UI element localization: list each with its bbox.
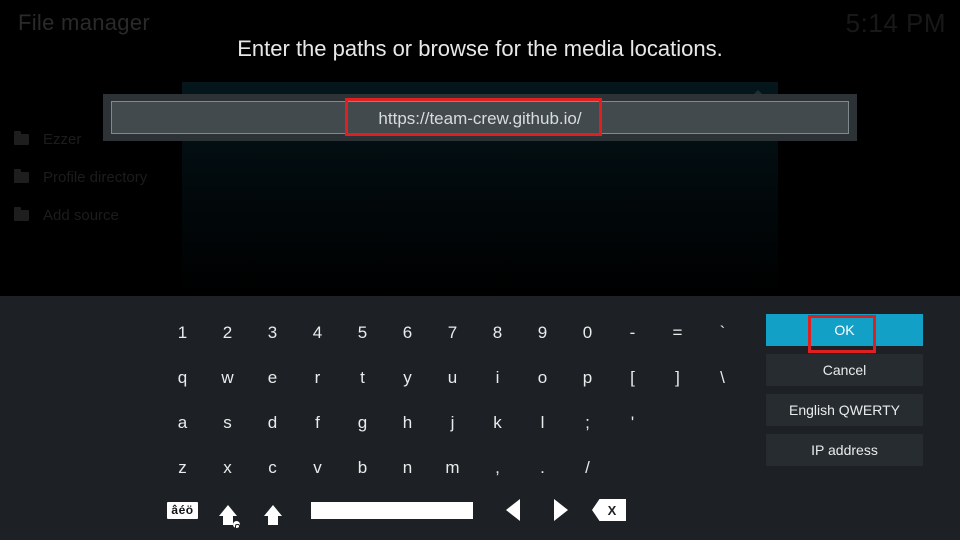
cursor-right-key[interactable]: [537, 490, 585, 530]
key-e[interactable]: e: [250, 355, 295, 400]
key-k[interactable]: k: [475, 400, 520, 445]
shift-key[interactable]: [250, 490, 295, 530]
key-u[interactable]: u: [430, 355, 475, 400]
key-row-top: q w e r t y u i o p [ ] \: [160, 355, 760, 400]
key-period[interactable]: .: [520, 445, 565, 490]
key-3[interactable]: 3: [250, 310, 295, 355]
shift-arrow-icon: [263, 504, 282, 525]
key-b[interactable]: b: [340, 445, 385, 490]
key-w[interactable]: w: [205, 355, 250, 400]
backspace-x-glyph: X: [607, 502, 617, 518]
key-o[interactable]: o: [520, 355, 565, 400]
key-4[interactable]: 4: [295, 310, 340, 355]
keyboard-layout-button[interactable]: English QWERTY: [766, 394, 923, 426]
key-s[interactable]: s: [205, 400, 250, 445]
key-row-numbers: 1 2 3 4 5 6 7 8 9 0 - = `: [160, 310, 760, 355]
key-backslash[interactable]: \: [700, 355, 745, 400]
key-a[interactable]: a: [160, 400, 205, 445]
key-equals[interactable]: =: [655, 310, 700, 355]
key-d[interactable]: d: [250, 400, 295, 445]
page-title: File manager: [18, 10, 150, 35]
backspace-icon: X: [592, 499, 626, 521]
space-bar-icon: [311, 501, 473, 519]
key-semicolon[interactable]: ;: [565, 400, 610, 445]
key-x[interactable]: x: [205, 445, 250, 490]
key-v[interactable]: v: [295, 445, 340, 490]
key-q[interactable]: q: [160, 355, 205, 400]
folder-icon: [14, 130, 29, 145]
ok-button[interactable]: OK: [766, 314, 923, 346]
key-6[interactable]: 6: [385, 310, 430, 355]
text-entry-bar: https://team-crew.github.io/: [103, 94, 857, 141]
arrow-right-icon: [554, 499, 568, 521]
key-t[interactable]: t: [340, 355, 385, 400]
key-j[interactable]: j: [430, 400, 475, 445]
key-2[interactable]: 2: [205, 310, 250, 355]
caps-lock-icon: [218, 504, 242, 530]
key-9[interactable]: 9: [520, 310, 565, 355]
cancel-button[interactable]: Cancel: [766, 354, 923, 386]
dialog-heading: Enter the paths or browse for the media …: [237, 36, 723, 61]
path-input-value: https://team-crew.github.io/: [378, 109, 582, 128]
key-1[interactable]: 1: [160, 310, 205, 355]
key-row-home: a s d f g h j k l ; ': [160, 400, 760, 445]
accents-icon: âéö: [167, 501, 198, 519]
key-bracket-left[interactable]: [: [610, 355, 655, 400]
key-0[interactable]: 0: [565, 310, 610, 355]
key-m[interactable]: m: [430, 445, 475, 490]
ip-address-button[interactable]: IP address: [766, 434, 923, 466]
onscreen-keyboard: 1 2 3 4 5 6 7 8 9 0 - = ` q w e r t y u …: [0, 296, 960, 540]
key-y[interactable]: y: [385, 355, 430, 400]
clock: 5:14 PM: [845, 8, 946, 38]
list-item-label: Ezzer: [43, 130, 82, 148]
key-backtick[interactable]: `: [700, 310, 745, 355]
key-5[interactable]: 5: [340, 310, 385, 355]
backspace-key[interactable]: X: [585, 490, 633, 530]
lock-icon: [230, 518, 242, 530]
key-r[interactable]: r: [295, 355, 340, 400]
key-z[interactable]: z: [160, 445, 205, 490]
key-grid: 1 2 3 4 5 6 7 8 9 0 - = ` q w e r t y u …: [160, 310, 760, 490]
folder-icon: [14, 206, 29, 221]
key-slash[interactable]: /: [565, 445, 610, 490]
list-item-label: Add source: [43, 206, 119, 224]
caps-lock-key[interactable]: [205, 490, 250, 530]
key-i[interactable]: i: [475, 355, 520, 400]
key-g[interactable]: g: [340, 400, 385, 445]
key-p[interactable]: p: [565, 355, 610, 400]
key-bracket-right[interactable]: ]: [655, 355, 700, 400]
space-key[interactable]: [309, 490, 475, 530]
key-7[interactable]: 7: [430, 310, 475, 355]
keyboard-side-buttons: OK Cancel English QWERTY IP address: [766, 314, 923, 474]
accents-key[interactable]: âéö: [160, 490, 205, 530]
function-key-row: âéö X: [160, 490, 760, 530]
folder-icon: [14, 168, 29, 183]
key-apostrophe[interactable]: ': [610, 400, 655, 445]
arrow-left-icon: [506, 499, 520, 521]
key-c[interactable]: c: [250, 445, 295, 490]
key-row-bottom: z x c v b n m , . /: [160, 445, 760, 490]
path-input[interactable]: https://team-crew.github.io/: [111, 101, 849, 134]
key-f[interactable]: f: [295, 400, 340, 445]
key-n[interactable]: n: [385, 445, 430, 490]
list-item-label: Profile directory: [43, 168, 148, 186]
cursor-left-key[interactable]: [489, 490, 537, 530]
key-8[interactable]: 8: [475, 310, 520, 355]
key-l[interactable]: l: [520, 400, 565, 445]
key-minus[interactable]: -: [610, 310, 655, 355]
key-comma[interactable]: ,: [475, 445, 520, 490]
key-h[interactable]: h: [385, 400, 430, 445]
